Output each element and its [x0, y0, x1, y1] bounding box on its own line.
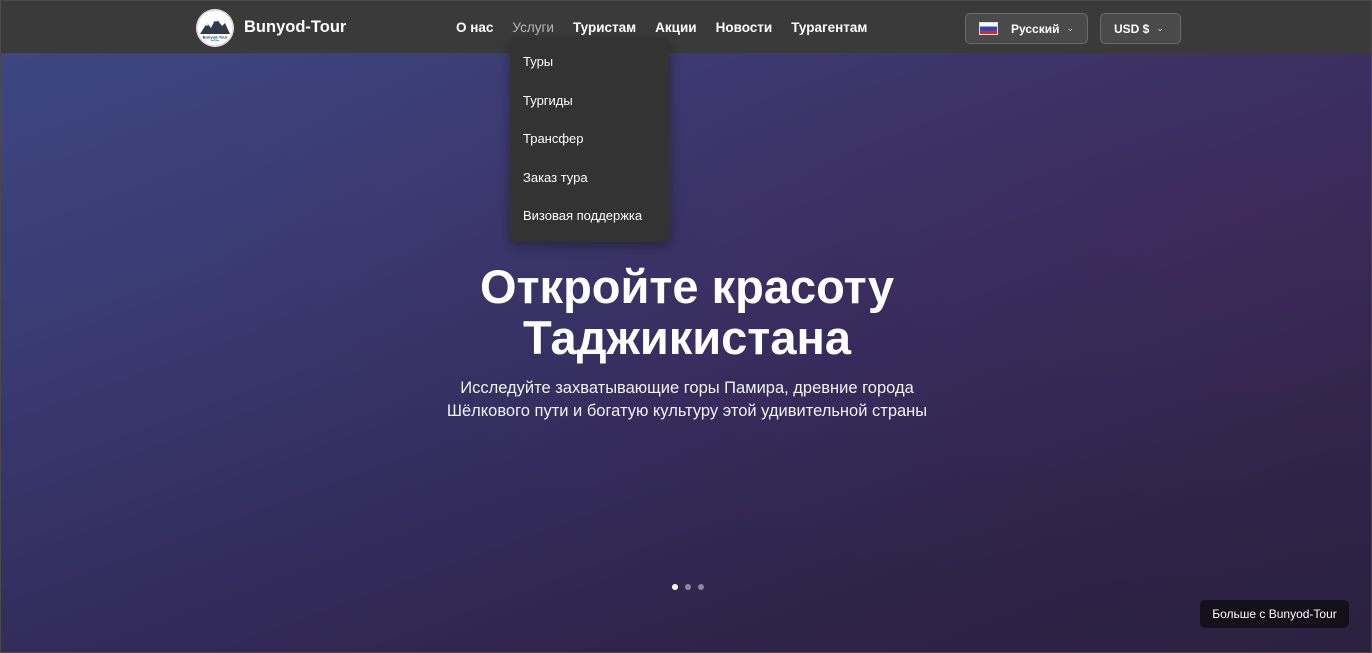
menu-item-guides[interactable]: Тургиды — [510, 93, 670, 132]
menu-item-tours[interactable]: Туры — [510, 54, 670, 93]
hero-subtitle-line-1: Исследуйте захватывающие горы Памира, др… — [460, 379, 914, 397]
page-frame: Откройте красоту Таджикистана Исследуйте… — [0, 0, 1372, 653]
nav-tourists[interactable]: Туристам — [573, 20, 636, 35]
svg-text:Bunyod·Tour: Bunyod·Tour — [203, 35, 228, 40]
russia-flag-icon — [979, 22, 998, 35]
menu-item-visa-support[interactable]: Визовая поддержка — [510, 208, 670, 247]
services-dropdown-menu: Туры Тургиды Трансфер Заказ тура Визовая… — [510, 38, 670, 242]
nav-news[interactable]: Новости — [716, 20, 773, 35]
hero-subtitle-line-2: Шёлкового пути и богатую культуру этой у… — [446, 402, 928, 420]
slider-dot-1[interactable] — [672, 584, 678, 590]
chevron-down-icon: ⌄ — [1156, 23, 1164, 33]
logo-icon[interactable]: Bunyod·Tour — [196, 9, 234, 47]
language-label: Русский — [1011, 21, 1060, 36]
main-nav: О нас Услуги Туристам Акции Новости Тура… — [456, 20, 886, 35]
slider-dots — [672, 584, 704, 590]
nav-services[interactable]: Услуги — [512, 20, 554, 35]
chevron-down-icon: ⌄ — [1066, 23, 1075, 33]
slider-dot-3[interactable] — [698, 584, 704, 590]
more-with-bunyod-button[interactable]: Больше с Bunyod-Tour — [1200, 600, 1349, 628]
hero-title-line-1: Откройте красоту — [479, 260, 894, 313]
hero-title-line-2: Таджикистана — [523, 311, 851, 364]
hero-subtitle: Исследуйте захватывающие горы Памира, др… — [387, 377, 987, 423]
hero-title: Откройте красоту Таджикистана — [387, 261, 987, 363]
slider-dot-2[interactable] — [685, 584, 691, 590]
nav-promotions[interactable]: Акции — [655, 20, 696, 35]
currency-label: USD $ — [1114, 21, 1150, 36]
currency-selector[interactable]: USD $ ⌄ — [1100, 13, 1181, 44]
menu-item-transfer[interactable]: Трансфер — [510, 131, 670, 170]
nav-about[interactable]: О нас — [456, 20, 493, 35]
hero-banner: Откройте красоту Таджикистана Исследуйте… — [1, 53, 1371, 652]
brand-name[interactable]: Bunyod-Tour — [244, 18, 346, 37]
nav-agents[interactable]: Турагентам — [791, 20, 867, 35]
menu-item-order-tour[interactable]: Заказ тура — [510, 170, 670, 209]
top-navbar: Bunyod·Tour Bunyod-Tour О нас Услуги Тур… — [1, 1, 1371, 53]
language-selector[interactable]: Русский ⌄ — [965, 13, 1088, 44]
